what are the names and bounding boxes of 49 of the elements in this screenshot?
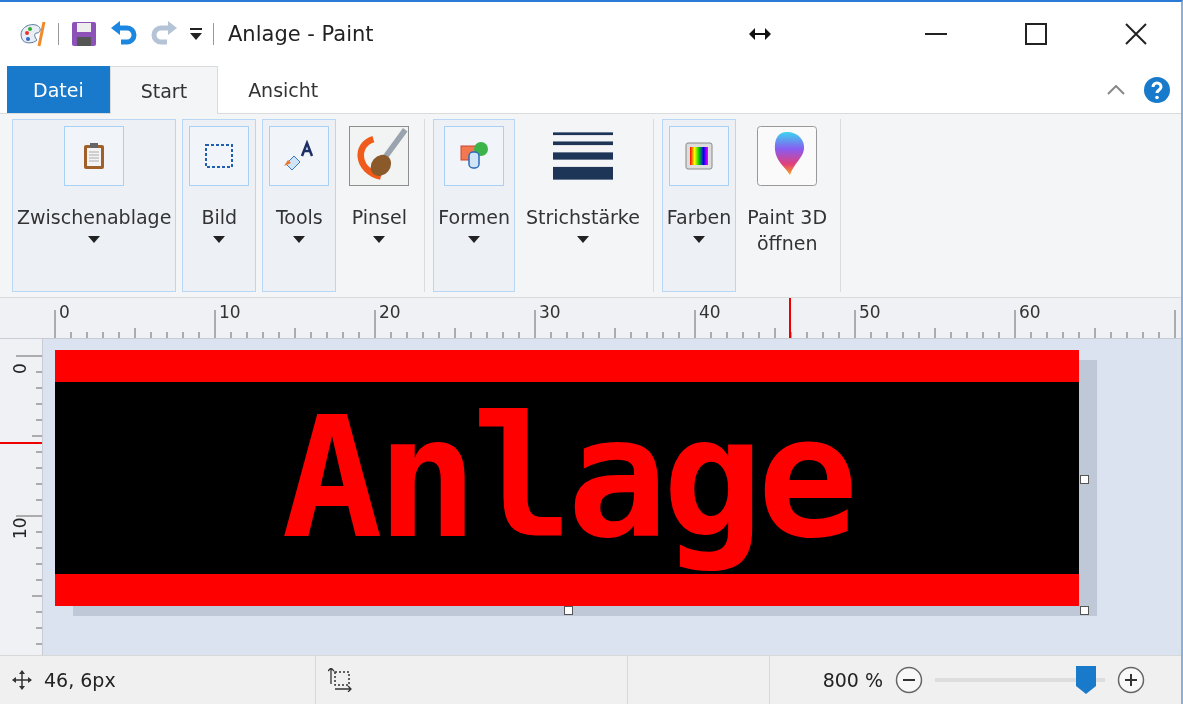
ruler-number: 60 [1019, 302, 1041, 322]
ribbon-group-button[interactable]: Paint 3D öffnen [742, 119, 833, 292]
paint-palette-icon[interactable] [18, 19, 48, 49]
help-icon[interactable] [1143, 75, 1171, 104]
ruler-number: 30 [539, 302, 561, 322]
resize-handle[interactable] [1080, 606, 1089, 615]
shapes-icon [458, 140, 491, 172]
brush-icon [349, 124, 410, 188]
ribbon-tab[interactable]: Ansicht [218, 66, 349, 113]
ribbon-group-button[interactable]: Tools [262, 119, 337, 292]
save-icon[interactable] [69, 19, 99, 49]
move-icon [12, 670, 32, 690]
ribbon-group-button[interactable]: Formen [433, 119, 515, 292]
clipboard-icon [82, 142, 107, 170]
selection-icon [204, 143, 235, 169]
ribbon-group-button[interactable]: Farben [661, 119, 737, 292]
window-title: Anlage - Paint [228, 22, 374, 46]
zoom-in-button[interactable] [1117, 666, 1145, 694]
resize-handle[interactable] [1080, 475, 1089, 484]
slider-thumb[interactable] [1076, 666, 1096, 694]
ribbon-group-button[interactable]: Zwischenablage [12, 119, 177, 292]
ribbon-tab[interactable]: Start [109, 66, 219, 114]
cursor-position-marker [0, 442, 42, 444]
ruler-number: 10 [10, 517, 30, 539]
ruler-number: 40 [699, 302, 721, 322]
resize-handle[interactable] [564, 606, 573, 615]
collapse-ribbon-icon[interactable] [1107, 84, 1125, 95]
ribbon-group-button[interactable]: Bild [182, 119, 257, 292]
ruler-number: 0 [59, 302, 70, 322]
file-menu-tab[interactable]: Datei [7, 66, 110, 113]
ruler-number: 20 [379, 302, 401, 322]
cursor-position-marker [789, 298, 791, 338]
zoom-out-button[interactable] [895, 666, 923, 694]
canvas-text: Anlage [280, 382, 854, 574]
cursor-position-text: 46, 6px [44, 669, 116, 691]
ruler-number: 0 [10, 363, 30, 374]
ribbon-group-button[interactable]: Strichstärke [520, 119, 645, 292]
resize-cursor-icon [749, 28, 771, 40]
ribbon-group-button[interactable]: Pinsel [342, 119, 417, 292]
selection-size-icon [328, 668, 354, 692]
ruler-number: 10 [219, 302, 241, 322]
maximize-icon [1025, 23, 1047, 45]
customize-menu-icon[interactable] [189, 27, 203, 41]
ruler-number: 50 [859, 302, 881, 322]
minimize-icon [925, 33, 947, 35]
close-icon [1125, 23, 1147, 45]
zoom-level-text: 800 % [822, 669, 883, 691]
paint3d-icon [757, 126, 818, 186]
color-palette-icon [685, 142, 714, 170]
